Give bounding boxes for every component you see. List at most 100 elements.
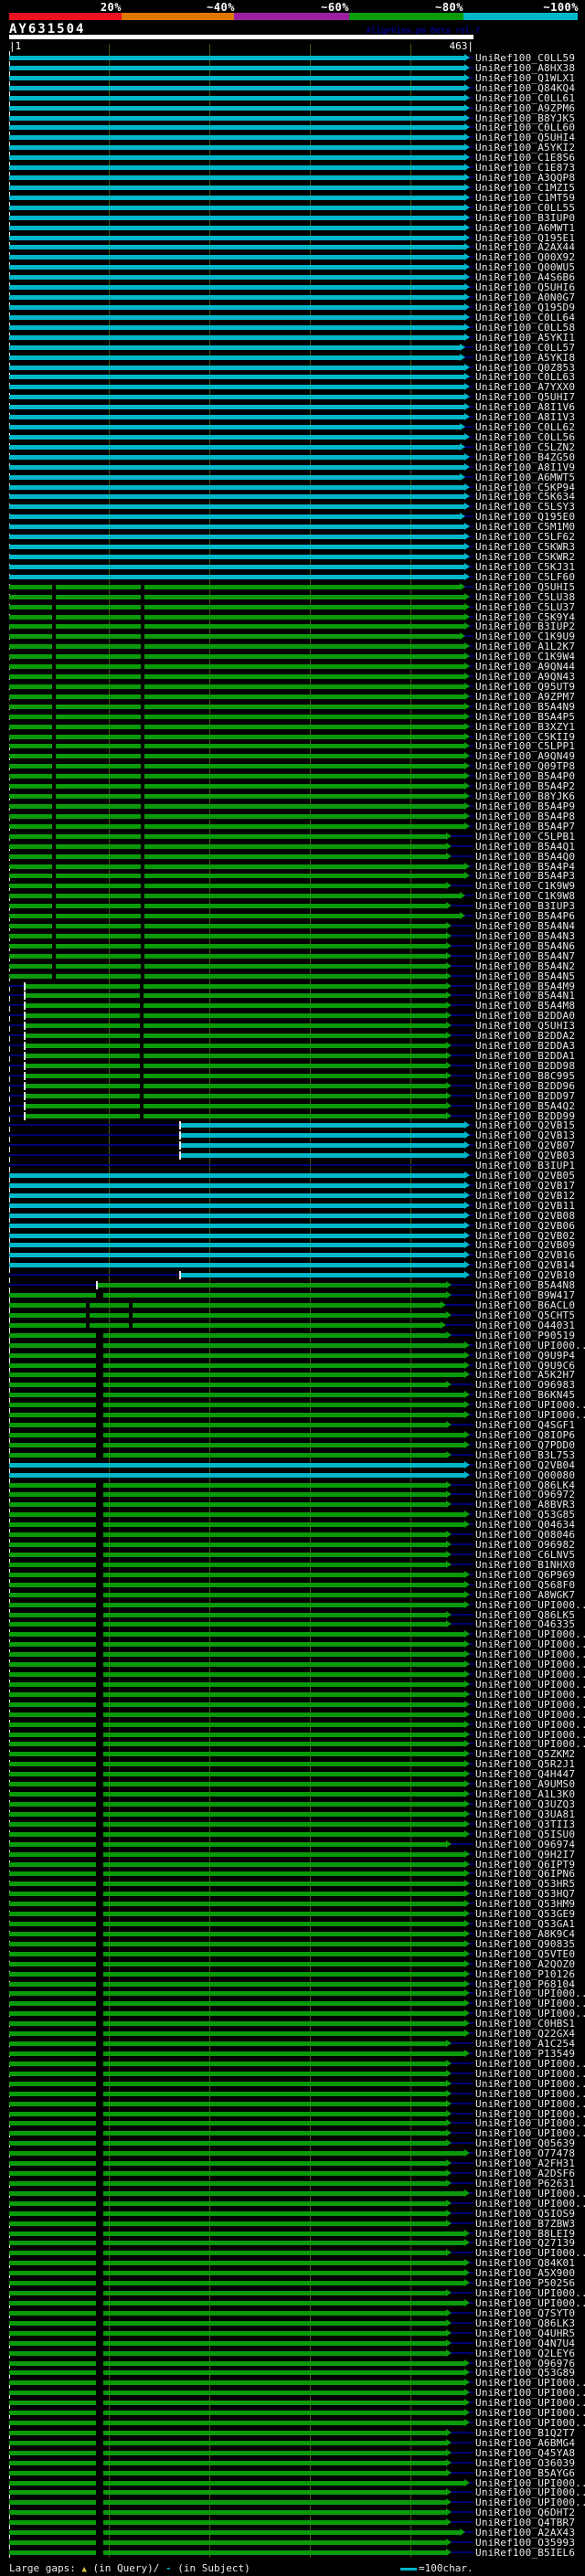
alignment-bar[interactable] [9, 1373, 464, 1378]
alignment-bar[interactable] [9, 385, 464, 390]
alignment-bar[interactable] [9, 245, 464, 250]
alignment-bar[interactable] [9, 115, 464, 121]
alignment-bar[interactable] [9, 664, 464, 670]
alignment-bar[interactable] [9, 1303, 441, 1308]
alignment-bar[interactable] [9, 514, 460, 520]
alignment-bar[interactable] [9, 2380, 464, 2386]
alignment-bar[interactable] [9, 933, 447, 938]
alignment-bar[interactable] [9, 454, 464, 460]
alignment-bar[interactable] [9, 734, 464, 739]
alignment-bar[interactable] [9, 1622, 447, 1627]
alignment-bar[interactable] [9, 904, 447, 909]
alignment-bar[interactable] [25, 1013, 447, 1019]
alignment-bar[interactable] [9, 85, 464, 90]
alignment-bar[interactable] [9, 813, 464, 819]
alignment-bar[interactable] [9, 165, 464, 171]
alignment-bar[interactable] [9, 65, 464, 70]
hit-label[interactable]: UniRef100_A6MWT1 [475, 223, 575, 233]
alignment-bar[interactable] [9, 943, 447, 949]
alignment-bar[interactable] [9, 1542, 447, 1548]
alignment-bar[interactable] [25, 1054, 447, 1058]
alignment-bar[interactable] [9, 1472, 464, 1478]
alignment-bar[interactable] [9, 324, 464, 330]
alignment-bar[interactable] [9, 1253, 464, 1258]
alignment-bar[interactable] [9, 1442, 464, 1447]
alignment-bar[interactable] [9, 525, 464, 530]
alignment-bar[interactable] [9, 1821, 464, 1827]
alignment-bar[interactable] [9, 314, 464, 320]
alignment-bar[interactable] [9, 2011, 464, 2017]
alignment-bar[interactable] [9, 1681, 464, 1687]
alignment-bar[interactable] [9, 2281, 464, 2286]
alignment-bar[interactable] [9, 953, 447, 959]
hit-label[interactable]: UniRef100_Q9H2I7 [475, 1850, 575, 1860]
alignment-bar[interactable] [9, 425, 460, 430]
alignment-bar[interactable] [9, 295, 464, 301]
alignment-bar[interactable] [9, 1772, 464, 1777]
alignment-bar[interactable] [9, 2200, 447, 2206]
alignment-bar[interactable] [9, 1243, 464, 1248]
alignment-bar[interactable] [9, 555, 464, 559]
alignment-bar[interactable] [9, 2291, 447, 2296]
alignment-bar[interactable] [9, 1871, 464, 1877]
alignment-bar[interactable] [9, 1403, 464, 1408]
alignment-bar[interactable] [9, 754, 464, 759]
alignment-bar[interactable] [9, 1452, 447, 1458]
alignment-bar[interactable] [25, 1044, 447, 1049]
alignment-bar[interactable] [9, 963, 447, 969]
alignment-bar[interactable] [9, 564, 464, 569]
alignment-bar[interactable] [9, 1582, 464, 1587]
alignment-bar[interactable] [9, 1322, 441, 1328]
alignment-bar[interactable] [9, 415, 464, 420]
alignment-bar[interactable] [9, 804, 464, 809]
alignment-bar[interactable] [9, 1941, 464, 1946]
alignment-bar[interactable] [9, 2440, 447, 2445]
alignment-bar[interactable] [9, 504, 464, 510]
alignment-bar[interactable] [9, 1742, 464, 1747]
hit-label[interactable]: UniRef100_A9ZPM6 [475, 103, 575, 113]
alignment-bar[interactable] [9, 275, 464, 281]
alignment-bar[interactable] [9, 215, 464, 220]
alignment-bar[interactable] [9, 1672, 464, 1678]
alignment-bar[interactable] [9, 574, 464, 579]
alignment-bar[interactable] [9, 2510, 447, 2516]
alignment-bar[interactable] [9, 1213, 464, 1218]
alignment-bar[interactable] [181, 1133, 464, 1139]
alignment-bar[interactable] [9, 145, 464, 151]
alignment-bar[interactable] [9, 2370, 464, 2376]
alignment-bar[interactable] [9, 2021, 464, 2027]
alignment-bar[interactable] [9, 2500, 447, 2506]
alignment-bar[interactable] [25, 1103, 447, 1108]
alignment-bar[interactable] [9, 1522, 464, 1528]
alignment-bar[interactable] [9, 56, 464, 60]
alignment-bar[interactable] [9, 823, 464, 829]
alignment-bar[interactable] [9, 444, 460, 450]
alignment-bar[interactable] [9, 1413, 464, 1418]
alignment-bar[interactable] [97, 1283, 447, 1288]
alignment-bar[interactable] [9, 464, 464, 470]
alignment-bar[interactable] [9, 714, 464, 719]
alignment-bar[interactable] [9, 614, 464, 620]
alignment-bar[interactable] [9, 654, 464, 660]
alignment-bar[interactable] [9, 1922, 464, 1927]
alignment-bar[interactable] [9, 345, 460, 350]
alignment-bar[interactable] [9, 1492, 447, 1498]
alignment-bar[interactable] [9, 2051, 464, 2056]
alignment-bar[interactable] [9, 334, 464, 340]
alignment-bar[interactable] [9, 1362, 464, 1368]
alignment-bar[interactable] [9, 2520, 447, 2526]
alignment-bar[interactable] [9, 2310, 447, 2316]
alignment-bar[interactable] [9, 1722, 464, 1727]
alignment-bar[interactable] [9, 2001, 464, 2007]
alignment-bar[interactable] [9, 1662, 464, 1668]
alignment-bar[interactable] [9, 1792, 464, 1797]
alignment-bar[interactable] [9, 1642, 464, 1648]
alignment-bar[interactable] [9, 1342, 464, 1348]
alignment-bar[interactable] [9, 1572, 464, 1577]
alignment-bar[interactable] [9, 195, 464, 200]
alignment-bar[interactable] [9, 1931, 464, 1936]
alignment-bar[interactable] [9, 1383, 447, 1388]
alignment-bar[interactable] [9, 1223, 464, 1228]
alignment-bar[interactable] [9, 2231, 464, 2236]
alignment-bar[interactable] [9, 584, 460, 589]
